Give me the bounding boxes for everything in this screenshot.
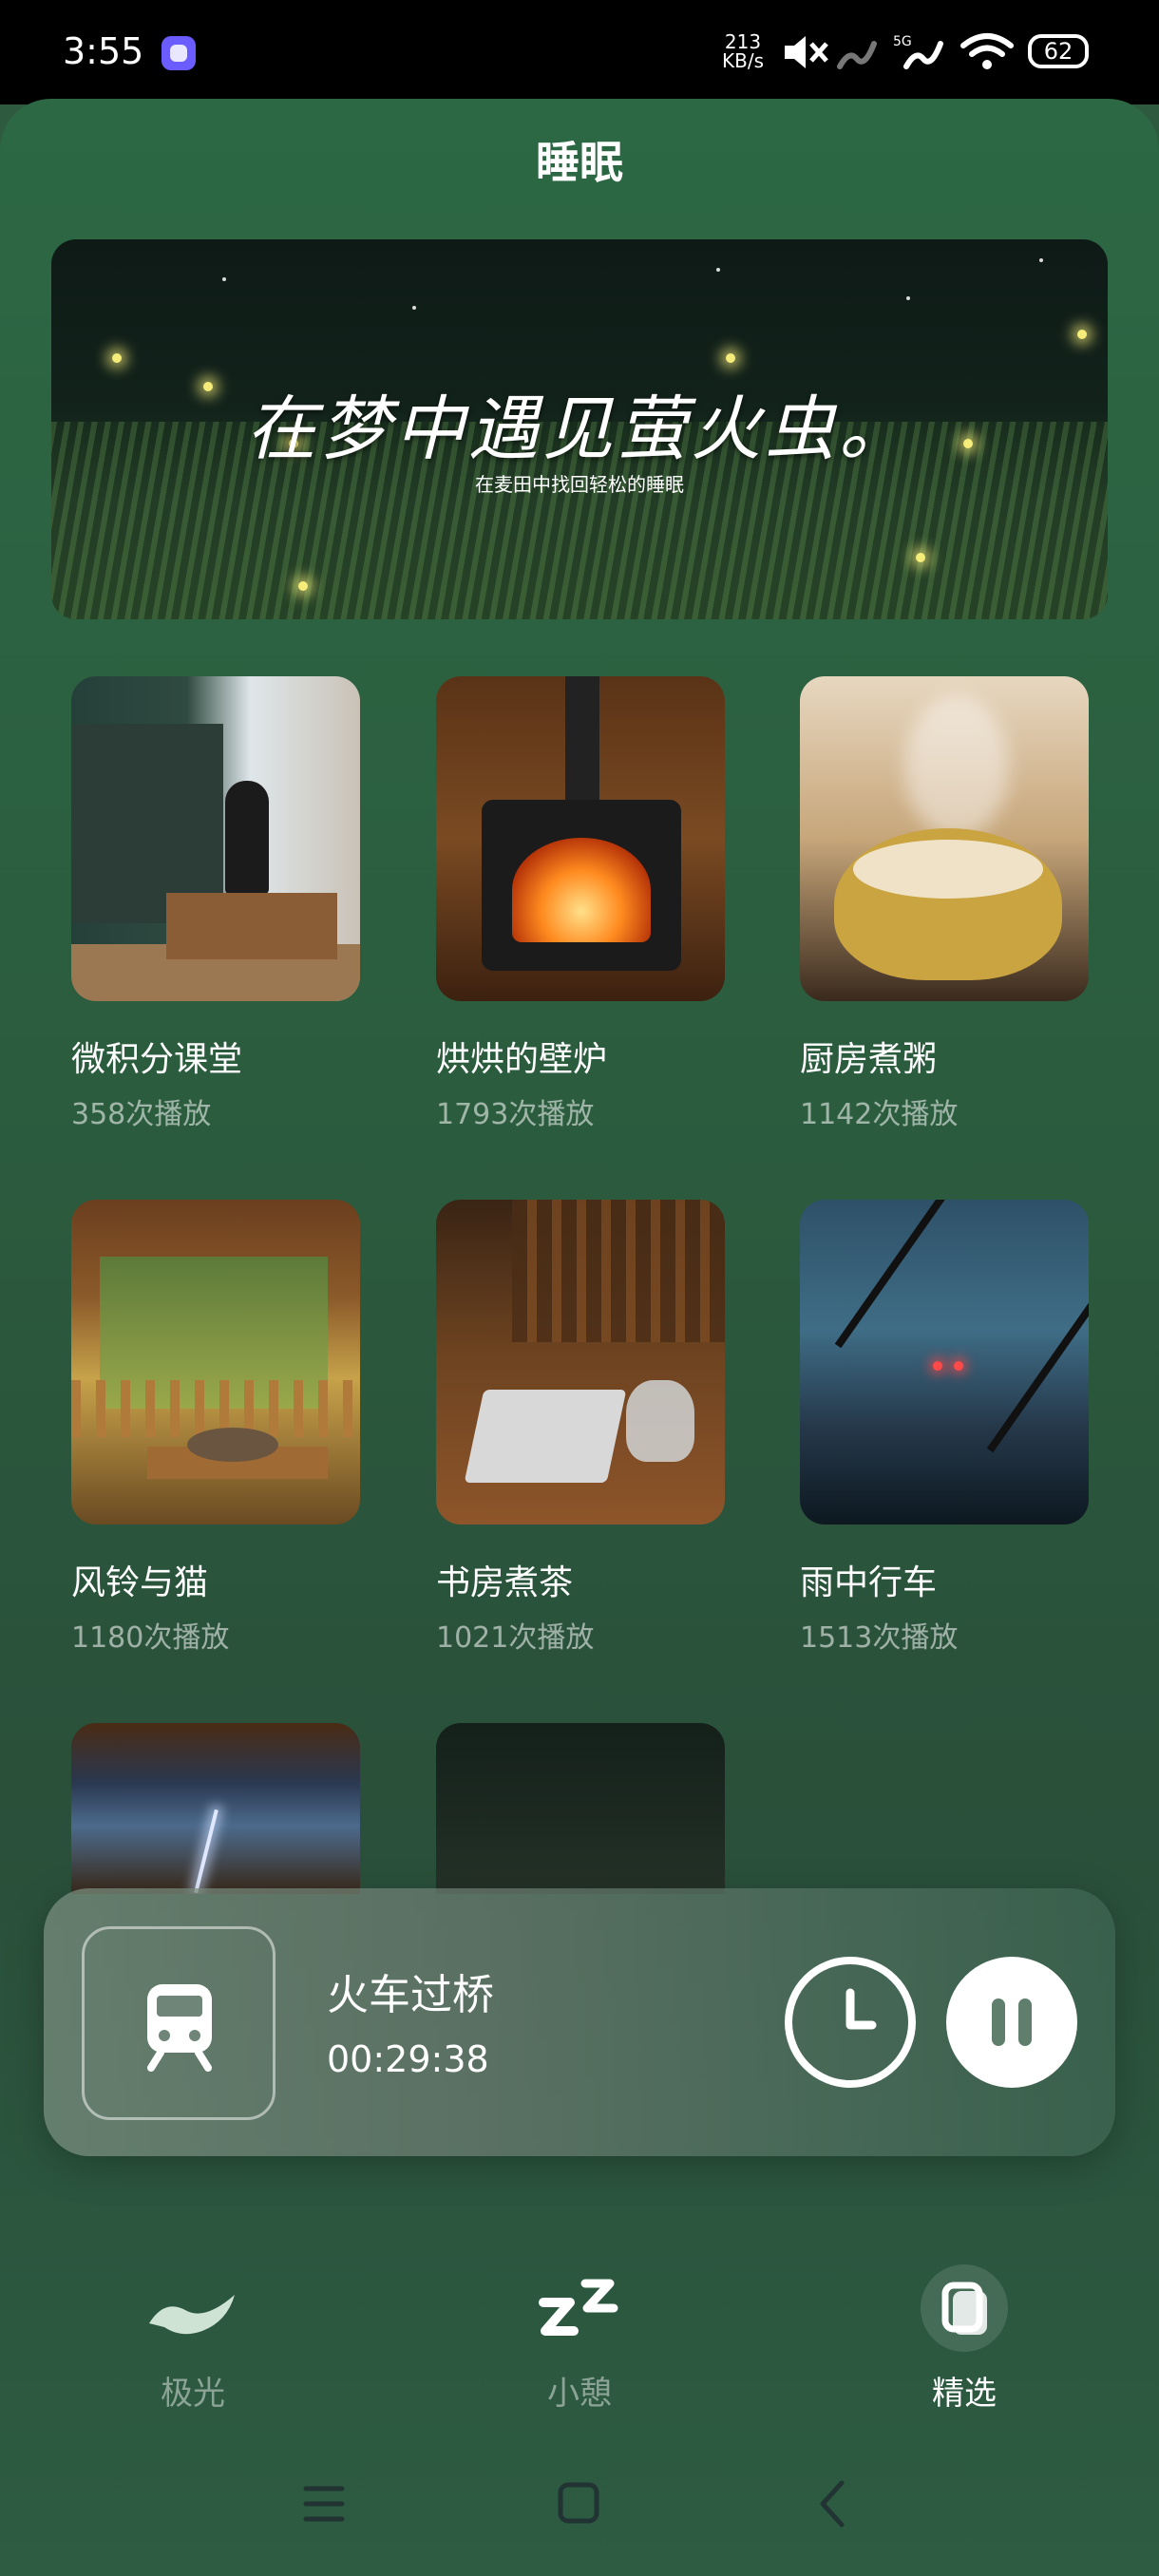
card-title: 风铃与猫: [71, 1563, 209, 1602]
card-play-count: 1021次播放: [436, 1621, 595, 1655]
card-thumbnail: [800, 676, 1089, 1001]
card-play-count: 1142次播放: [800, 1098, 959, 1131]
tab-aurora[interactable]: 极光: [79, 2261, 307, 2414]
firefly: [726, 353, 735, 363]
star: [222, 277, 226, 281]
signal-icon: [837, 41, 877, 69]
card-play-count: 358次播放: [71, 1098, 212, 1131]
zzz-icon: [539, 2279, 618, 2336]
wifi-icon: [960, 33, 1014, 69]
firefly: [916, 553, 925, 562]
star: [716, 268, 720, 272]
app-notification-icon: [162, 36, 196, 70]
status-bar: 3:55 213 KB/s 5G 62: [0, 0, 1159, 104]
tab-label: 小憩: [547, 2375, 612, 2413]
featured-icon: [921, 2264, 1008, 2352]
battery-icon: 62: [1028, 34, 1089, 68]
tab-nap[interactable]: 小憩: [466, 2261, 694, 2414]
page-title: 睡眠: [536, 137, 623, 188]
timer-icon: [846, 1988, 877, 2030]
sound-card[interactable]: 微积分课堂 358次播放: [71, 676, 360, 1131]
card-title: 厨房煮粥: [800, 1040, 938, 1079]
player-artwork: [82, 1926, 276, 2120]
sound-card[interactable]: 烘烘的壁炉 1793次播放: [436, 676, 725, 1131]
card-title: 雨中行车: [800, 1563, 938, 1602]
menu-icon[interactable]: [300, 2475, 348, 2532]
firefly: [112, 353, 122, 363]
sound-card[interactable]: 书房煮茶 1021次播放: [436, 1200, 725, 1655]
tab-featured[interactable]: 精选: [850, 2261, 1078, 2414]
sleep-timer-button[interactable]: [785, 1957, 916, 2088]
banner-subtitle: 在麦田中找回轻松的睡眠: [475, 473, 684, 496]
featured-banner[interactable]: 在梦中遇见萤火虫。 在麦田中找回轻松的睡眠: [51, 239, 1108, 619]
net-speed: 213 KB/s: [722, 32, 764, 70]
firefly: [1077, 330, 1087, 339]
net-speed-unit: KB/s: [722, 49, 764, 72]
card-play-count: 1513次播放: [800, 1621, 959, 1655]
pause-icon: [992, 1998, 1032, 2046]
card-title: 微积分课堂: [71, 1040, 243, 1079]
card-thumbnail: [71, 1723, 360, 1894]
banner-title: 在梦中遇见萤火虫。: [246, 388, 913, 470]
pause-button[interactable]: [946, 1957, 1077, 2088]
firefly: [298, 581, 308, 591]
mini-player[interactable]: 火车过桥 00:29:38: [44, 1888, 1115, 2156]
tab-label: 极光: [161, 2375, 225, 2413]
back-icon[interactable]: [813, 2475, 851, 2532]
signal-5g-icon: [903, 41, 943, 69]
status-time: 3:55: [63, 30, 144, 72]
sound-card[interactable]: 厨房煮粥 1142次播放: [800, 676, 1089, 1131]
train-icon: [147, 1984, 212, 2072]
star: [906, 296, 910, 300]
sound-card[interactable]: 风铃与猫 1180次播放: [71, 1200, 360, 1655]
card-play-count: 1180次播放: [71, 1621, 230, 1655]
sound-card[interactable]: 雨中行车 1513次播放: [800, 1200, 1089, 1655]
aurora-icon: [149, 2295, 235, 2335]
card-thumbnail: [71, 676, 360, 1001]
star: [412, 306, 416, 310]
card-thumbnail: [436, 676, 725, 1001]
card-thumbnail: [436, 1723, 725, 1894]
sound-card[interactable]: [436, 1723, 725, 1894]
tab-label: 精选: [932, 2375, 997, 2413]
card-title: 书房煮茶: [436, 1563, 574, 1602]
card-play-count: 1793次播放: [436, 1098, 595, 1131]
home-icon[interactable]: [555, 2475, 602, 2532]
sound-card[interactable]: [71, 1723, 360, 1894]
card-thumbnail: [800, 1200, 1089, 1525]
player-track-title: 火车过桥: [327, 1971, 494, 2019]
mute-icon: [785, 36, 828, 68]
card-thumbnail: [436, 1200, 725, 1525]
star: [1039, 258, 1043, 262]
card-thumbnail: [71, 1200, 360, 1525]
card-title: 烘烘的壁炉: [436, 1040, 608, 1079]
net-speed-value: 213: [724, 30, 762, 53]
player-elapsed-time: 00:29:38: [327, 2038, 489, 2080]
